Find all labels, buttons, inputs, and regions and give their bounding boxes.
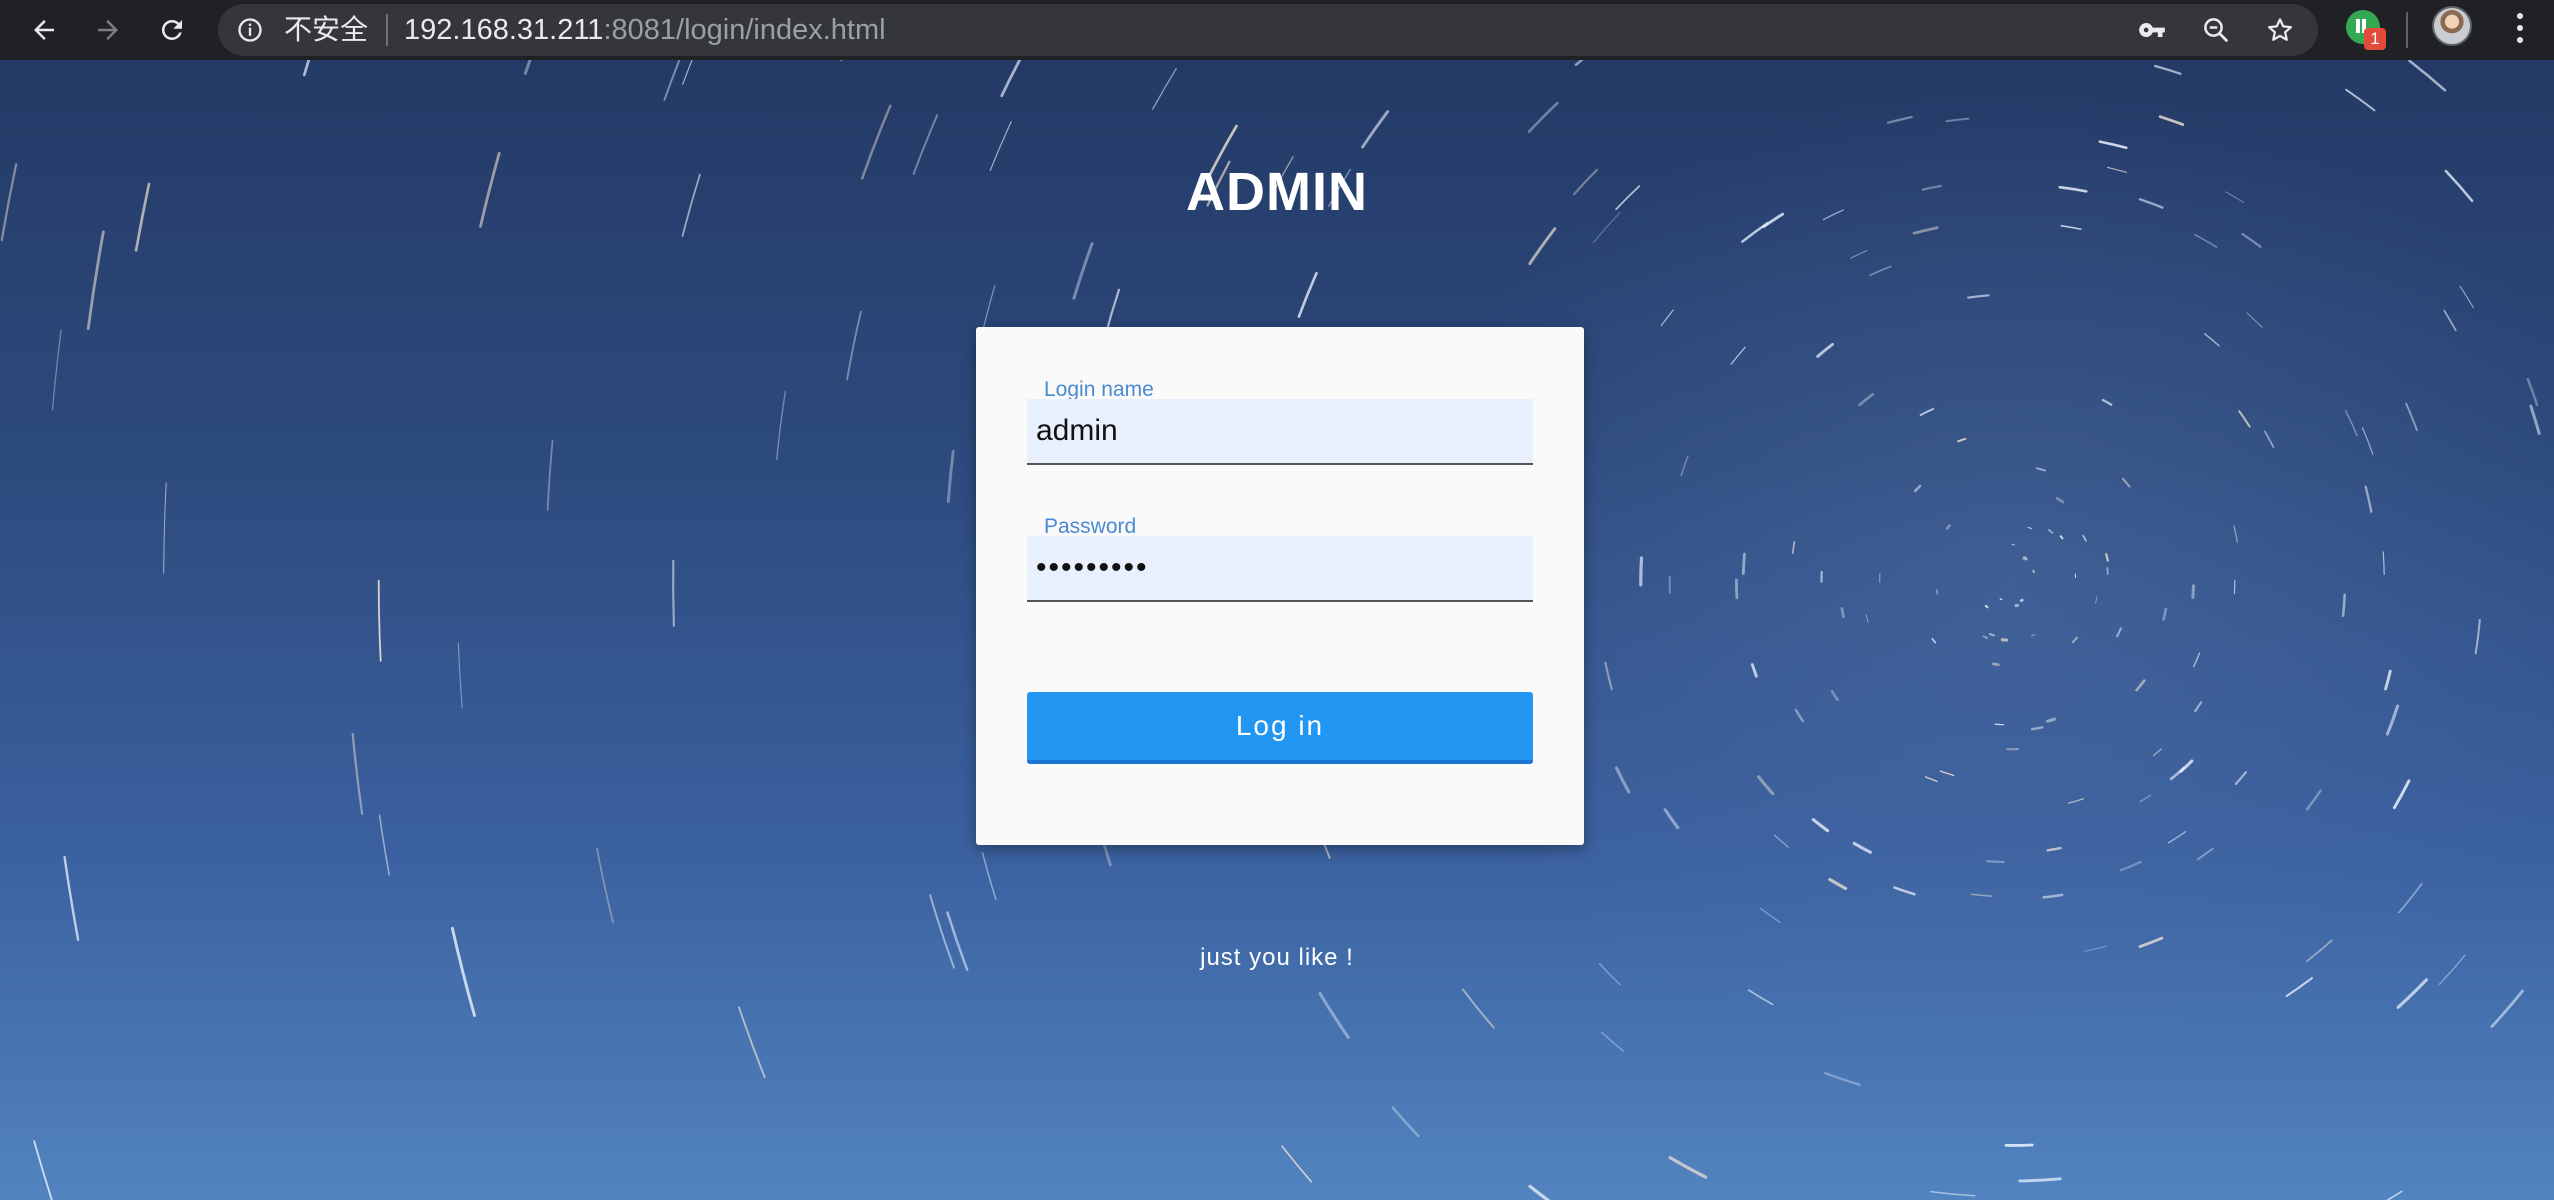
url-host: 192.168.31.211 [404,14,604,46]
extension-badge: 1 [2364,28,2386,50]
login-button[interactable]: Log in [1027,692,1533,764]
zoom-out-icon[interactable] [2200,14,2232,46]
star-icon[interactable] [2264,14,2296,46]
browser-toolbar: 不安全 192.168.31.211:8081/login/index.html [0,0,2554,60]
toolbar-divider [2406,12,2408,48]
url-text[interactable]: 192.168.31.211:8081/login/index.html [404,12,886,48]
username-input[interactable] [1027,399,1533,465]
url-path: :8081/login/index.html [603,14,886,46]
address-bar[interactable]: 不安全 192.168.31.211:8081/login/index.html [218,4,2318,56]
info-icon[interactable] [236,16,264,44]
reload-icon [161,19,182,40]
tagline: just you like ! [1200,944,1354,971]
key-icon[interactable] [2136,14,2168,46]
address-bar-divider [386,14,388,46]
back-button[interactable] [20,6,68,54]
forward-icon [98,20,118,40]
back-icon [34,20,54,40]
page-title: ADMIN [1186,162,1368,222]
avatar[interactable] [2432,6,2472,46]
login-page: ADMIN Login name Password Log in just yo… [0,60,2554,1200]
password-input[interactable] [1027,536,1533,602]
reload-button[interactable] [148,6,196,54]
forward-button[interactable] [84,6,132,54]
security-status[interactable]: 不安全 [284,13,368,47]
menu-icon[interactable] [2500,8,2540,48]
login-card: Login name Password Log in [976,327,1584,845]
